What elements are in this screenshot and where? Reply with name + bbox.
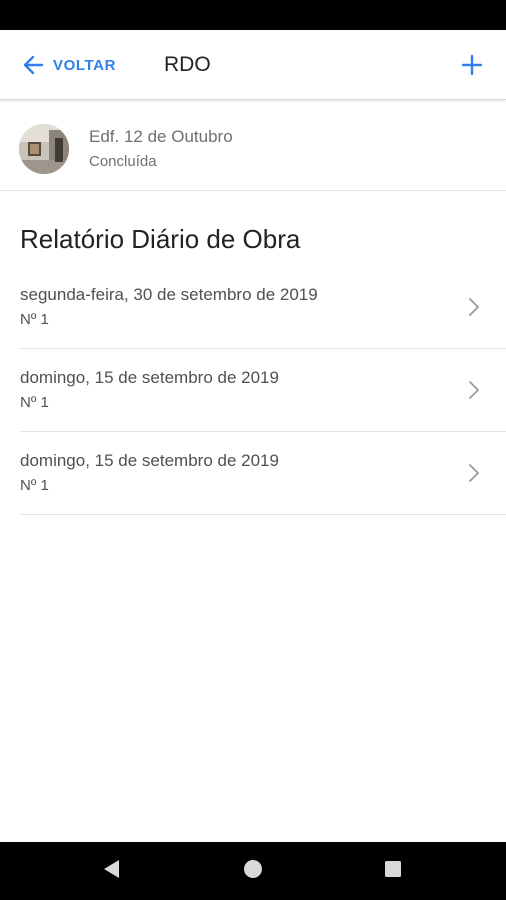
list-item[interactable]: domingo, 15 de setembro de 2019 Nº 1 xyxy=(20,432,506,515)
report-date: domingo, 15 de setembro de 2019 xyxy=(20,368,279,387)
arrow-left-icon xyxy=(22,54,44,76)
chevron-right-icon xyxy=(468,463,480,483)
chevron-right-icon xyxy=(468,297,480,317)
list-item[interactable]: segunda-feira, 30 de setembro de 2019 Nº… xyxy=(20,266,506,349)
back-button[interactable]: VOLTAR xyxy=(22,51,116,79)
avatar xyxy=(19,124,69,174)
nav-home-button[interactable] xyxy=(233,842,273,900)
list-item[interactable]: domingo, 15 de setembro de 2019 Nº 1 xyxy=(20,349,506,432)
section-title: Relatório Diário de Obra xyxy=(20,224,301,254)
nav-recents-button[interactable] xyxy=(373,842,413,900)
report-date: domingo, 15 de setembro de 2019 xyxy=(20,451,279,470)
app-bar: VOLTAR RDO xyxy=(0,30,506,100)
circle-home-icon xyxy=(243,859,263,884)
report-number: Nº 1 xyxy=(20,311,49,328)
plus-icon xyxy=(458,51,486,79)
triangle-back-icon xyxy=(102,859,122,884)
report-date: segunda-feira, 30 de setembro de 2019 xyxy=(20,285,318,304)
page-title: RDO xyxy=(164,53,211,76)
project-header[interactable]: Edf. 12 de Outubro Concluída xyxy=(0,100,506,191)
project-name: Edf. 12 de Outubro xyxy=(89,127,233,146)
chevron-right-icon xyxy=(468,380,480,400)
nav-back-button[interactable] xyxy=(92,842,132,900)
system-nav-bar xyxy=(0,842,506,900)
add-button[interactable] xyxy=(458,51,486,79)
report-number: Nº 1 xyxy=(20,394,49,411)
square-recents-icon xyxy=(383,859,403,884)
back-label: VOLTAR xyxy=(53,56,117,74)
status-bar xyxy=(0,0,506,30)
project-status: Concluída xyxy=(89,153,157,170)
report-list: segunda-feira, 30 de setembro de 2019 Nº… xyxy=(20,266,506,515)
report-number: Nº 1 xyxy=(20,477,49,494)
